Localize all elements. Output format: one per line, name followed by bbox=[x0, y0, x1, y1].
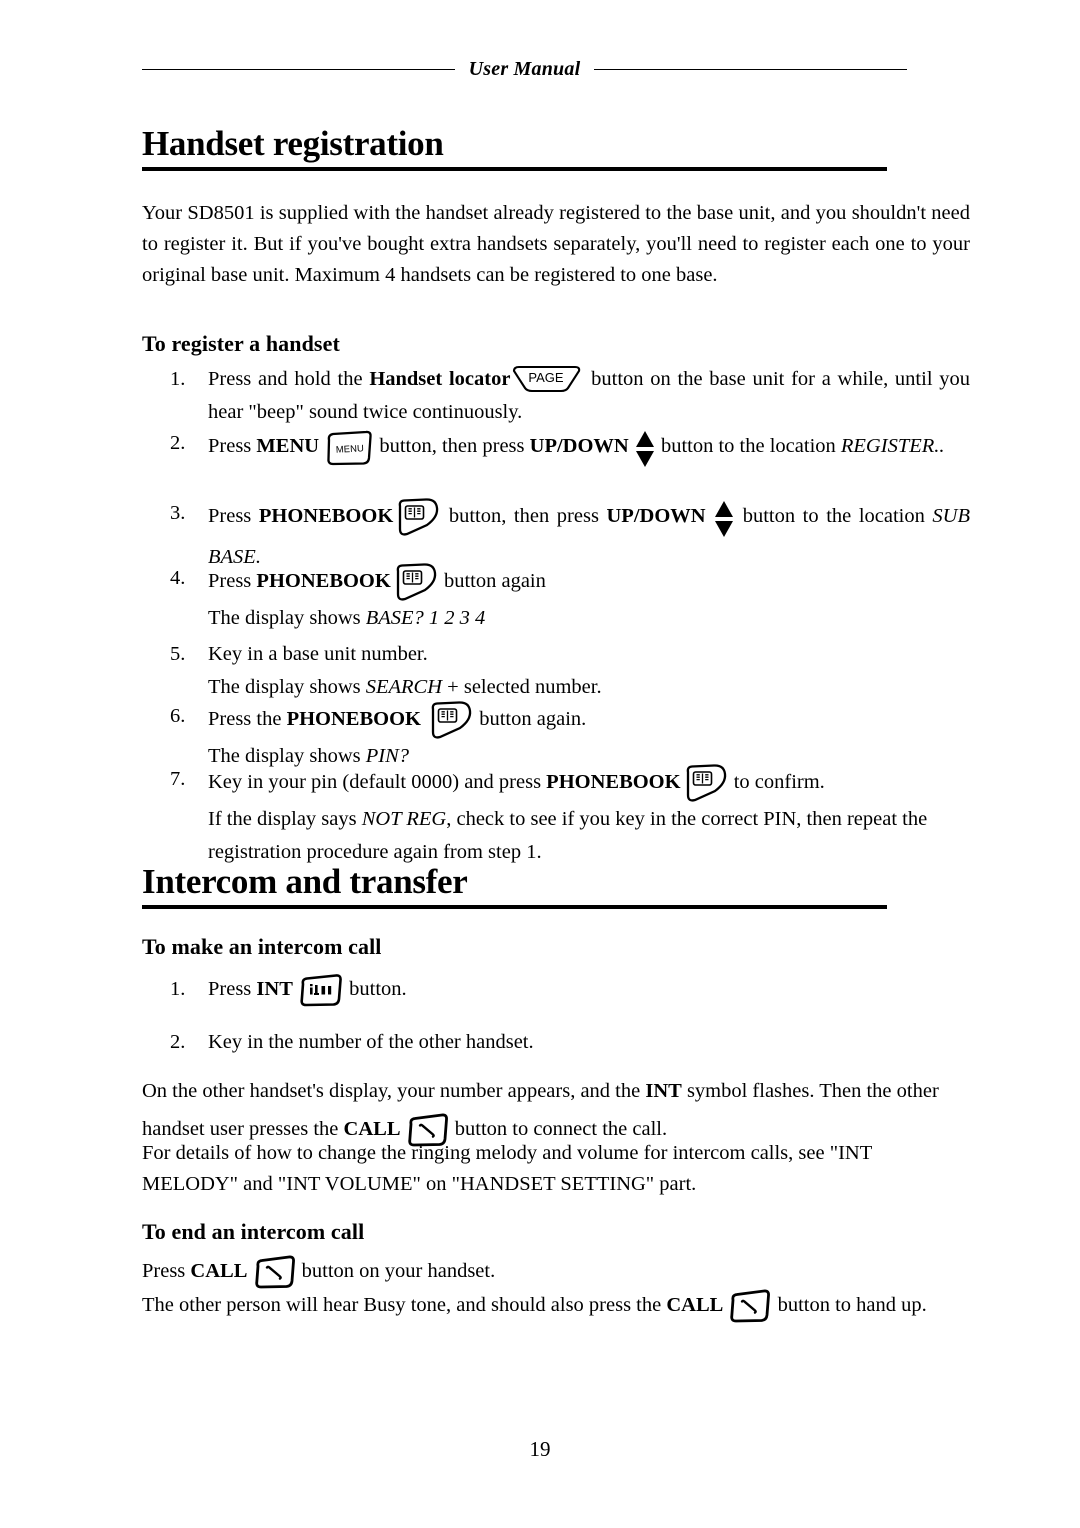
list-item: 1. Press INT button. bbox=[170, 973, 870, 1007]
subheading-to-register-a-handset: To register a handset bbox=[142, 331, 340, 356]
up-down-button-icon[interactable] bbox=[713, 497, 735, 541]
step-number: 2. bbox=[170, 432, 186, 454]
chapter-heading-handset-registration: Handset registration bbox=[142, 124, 887, 171]
step-text-bold: UP/DOWN bbox=[529, 435, 629, 457]
phonebook-button-icon[interactable] bbox=[393, 497, 441, 537]
step-text-part: button again. bbox=[474, 708, 587, 730]
phonebook-button-icon[interactable] bbox=[681, 763, 729, 803]
phonebook-button-icon[interactable] bbox=[426, 700, 474, 740]
step-display-label: The display shows bbox=[208, 607, 366, 629]
page-number: 19 bbox=[529, 1437, 551, 1461]
section-title: Intercom and transfer bbox=[142, 862, 468, 901]
menu-button-icon[interactable]: MENU bbox=[324, 430, 374, 466]
step-display-suffix: + selected number. bbox=[442, 676, 602, 698]
step-text-part: Key in the number of the other handset. bbox=[208, 1031, 534, 1053]
step-text-part: Key in your pin (default 0000) and press bbox=[208, 771, 547, 793]
svg-text:MENU: MENU bbox=[336, 443, 365, 455]
step-text-part: button again bbox=[438, 570, 546, 592]
phonebook-button-icon[interactable] bbox=[391, 562, 439, 602]
step-text-part: Press bbox=[208, 435, 257, 457]
body-text-bold: CALL bbox=[666, 1294, 724, 1316]
up-down-button-icon[interactable] bbox=[634, 427, 656, 471]
step-number: 2. bbox=[170, 1031, 186, 1053]
body-text-part: The other person will hear Busy tone, an… bbox=[142, 1294, 667, 1316]
page-button-icon[interactable]: PAGE bbox=[510, 364, 584, 394]
page-title: Handset registration bbox=[142, 124, 444, 163]
chapter-heading-intercom-and-transfer: Intercom and transfer bbox=[142, 862, 887, 909]
list-item: 1. Press and hold the Handset locator PA… bbox=[170, 363, 970, 429]
list-item: 4. Press PHONEBOOK button again The disp… bbox=[170, 562, 970, 635]
step-text-part: button to the location bbox=[655, 435, 841, 457]
step-text-bold: UP/DOWN bbox=[606, 505, 706, 527]
step-text-italic: REGISTER.. bbox=[840, 435, 945, 457]
step-display-value: SEARCH bbox=[365, 676, 443, 698]
step-number: 7. bbox=[170, 768, 186, 790]
step-number: 4. bbox=[170, 567, 186, 589]
body-text-part: On the other handset's display, your num… bbox=[142, 1080, 646, 1102]
page-header: User Manual bbox=[142, 58, 907, 81]
step-text-part: button. bbox=[344, 978, 407, 1000]
step-text-part: If the display says bbox=[208, 808, 362, 830]
body-text-bold: CALL bbox=[190, 1260, 248, 1282]
step-text-part: Press the bbox=[208, 708, 287, 730]
end-call-paragraph-2: The other person will hear Busy tone, an… bbox=[142, 1288, 970, 1323]
step-text-part: button, then press bbox=[441, 505, 607, 527]
subheading-to-make-an-intercom-call: To make an intercom call bbox=[142, 934, 382, 959]
body-text-bold: CALL bbox=[343, 1118, 401, 1140]
int-button-icon[interactable] bbox=[298, 974, 344, 1007]
manual-page: User Manual Handset registration Your SD… bbox=[0, 0, 1080, 1528]
heading-underline bbox=[142, 904, 887, 909]
list-item: 7. Key in your pin (default 0000) and pr… bbox=[170, 763, 970, 869]
header-rule-left bbox=[142, 69, 455, 70]
step-display-value: BASE? 1 2 3 4 bbox=[365, 607, 486, 629]
list-item: 2. Press MENU MENU button, then press UP… bbox=[170, 427, 970, 471]
step-number: 1. bbox=[170, 368, 186, 390]
step-number: 3. bbox=[170, 502, 186, 524]
step-text-part: Press bbox=[208, 978, 257, 1000]
body-text-part: button to connect the call. bbox=[449, 1118, 668, 1140]
step-text-part: to confirm. bbox=[728, 771, 825, 793]
end-call-paragraph-1: Press CALL button on your handset. bbox=[142, 1254, 962, 1289]
step-text-bold: PHONEBOOK bbox=[258, 505, 394, 527]
step-text-part: button to the location bbox=[735, 505, 933, 527]
intro-paragraph: Your SD8501 is supplied with the handset… bbox=[142, 202, 970, 286]
step-text-bold: PHONEBOOK bbox=[256, 570, 391, 592]
step-text-part: Key in a base unit number. bbox=[208, 643, 428, 665]
step-number: 1. bbox=[170, 978, 186, 1000]
step-text-bold: MENU bbox=[256, 435, 320, 457]
step-display-value: NOT REG bbox=[361, 808, 447, 830]
step-text-part: button, then press bbox=[374, 435, 530, 457]
step-text-part: Press bbox=[208, 570, 257, 592]
intercom-body-paragraph-2: For details of how to change the ringing… bbox=[142, 1142, 872, 1195]
call-button-icon[interactable] bbox=[253, 1255, 297, 1289]
step-text-part: Press bbox=[208, 505, 259, 527]
body-text-bold: INT bbox=[645, 1080, 682, 1102]
intercom-body-paragraph: On the other handset's display, your num… bbox=[142, 1072, 962, 1148]
body-text-part: Press bbox=[142, 1260, 191, 1282]
step-text-part: Press and hold the bbox=[208, 368, 370, 390]
list-item: 5. Key in a base unit number. The displa… bbox=[170, 638, 970, 704]
step-text-bold: INT bbox=[256, 978, 293, 1000]
header-title: User Manual bbox=[468, 58, 581, 80]
body-text-part: button on your handset. bbox=[296, 1260, 496, 1282]
body-text-part: button to hand up. bbox=[772, 1294, 927, 1316]
step-number: 5. bbox=[170, 643, 186, 665]
list-item: 2. Key in the number of the other handse… bbox=[170, 1026, 870, 1059]
step-text-bold: Handset locator bbox=[369, 368, 511, 390]
heading-underline bbox=[142, 166, 887, 171]
call-button-icon[interactable] bbox=[728, 1289, 772, 1323]
header-rule-right bbox=[594, 69, 907, 70]
step-text-bold: PHONEBOOK bbox=[286, 708, 421, 730]
subheading-to-end-an-intercom-call: To end an intercom call bbox=[142, 1219, 365, 1244]
step-display-label: The display shows bbox=[208, 676, 366, 698]
step-number: 6. bbox=[170, 705, 186, 727]
step-text-bold: PHONEBOOK bbox=[546, 771, 681, 793]
svg-text:PAGE: PAGE bbox=[529, 370, 564, 385]
